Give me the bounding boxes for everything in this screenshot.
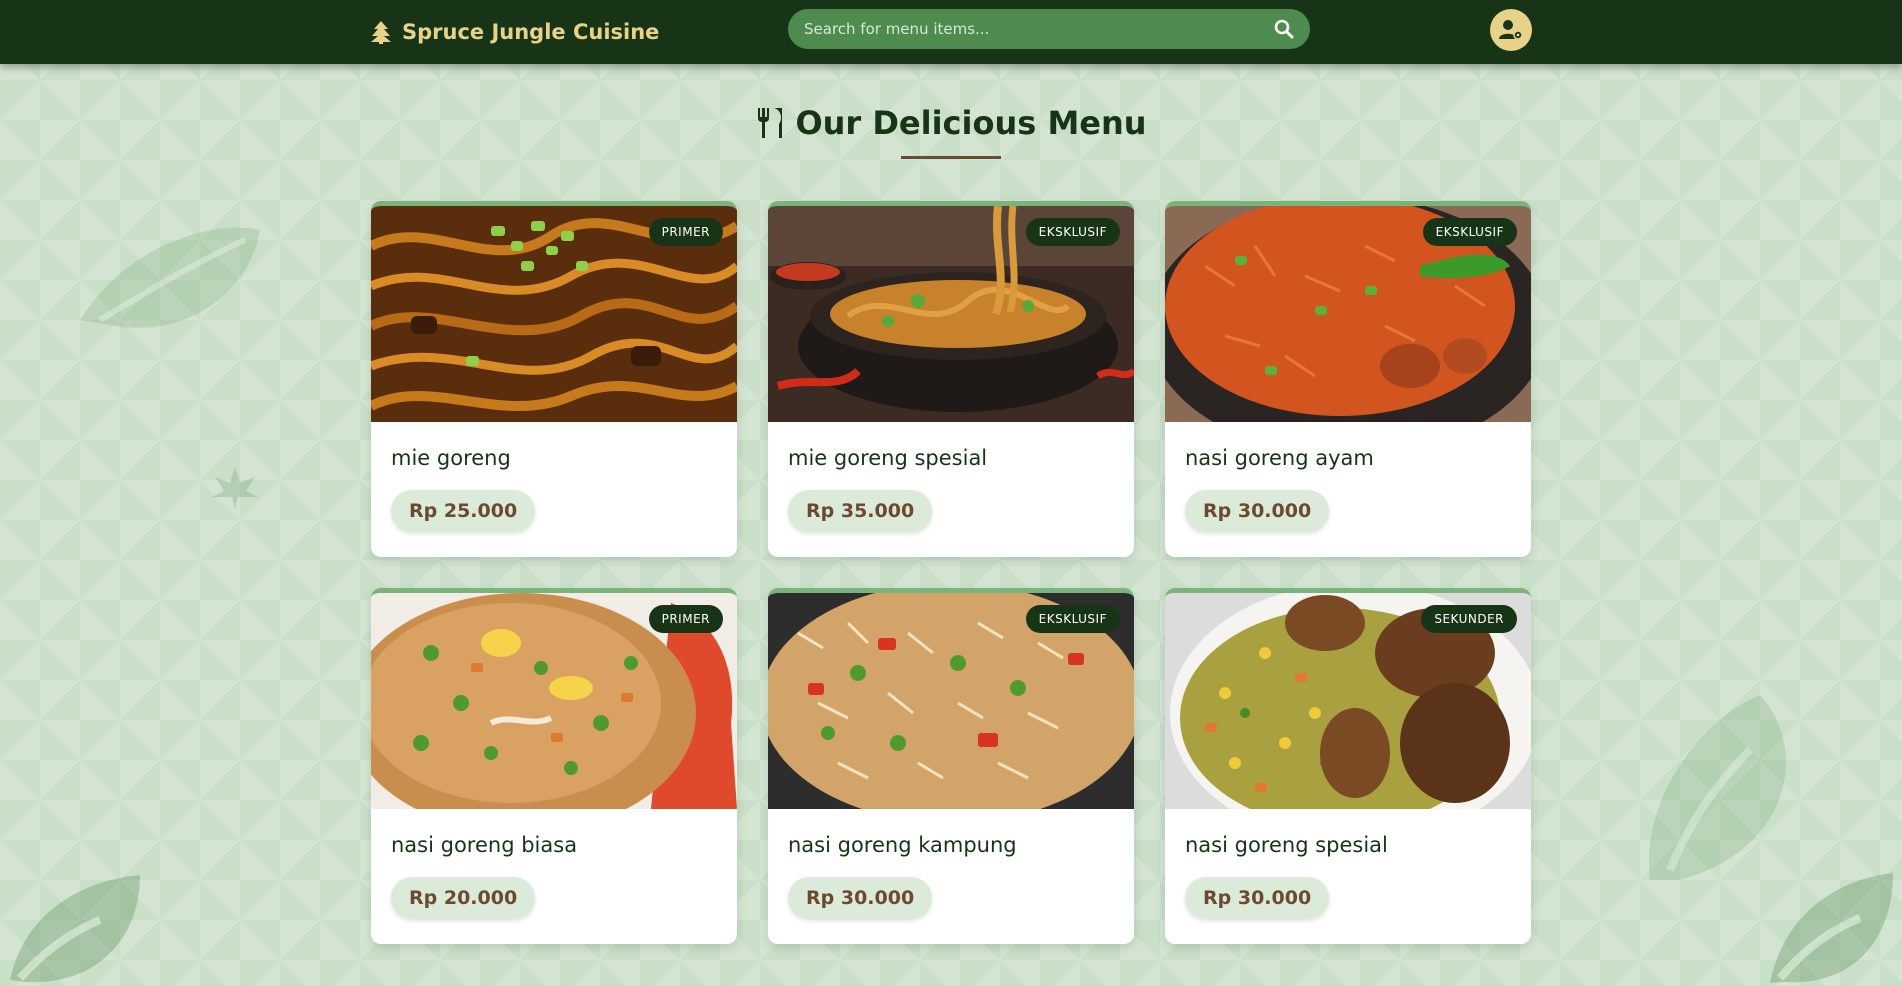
food-image: SEKUNDER bbox=[1165, 593, 1531, 809]
menu-card[interactable]: PRIMER mie goreng Rp 25.000 bbox=[371, 201, 737, 557]
item-price: Rp 30.000 bbox=[1185, 490, 1330, 532]
item-name: nasi goreng spesial bbox=[1185, 833, 1388, 857]
item-name: nasi goreng ayam bbox=[1185, 446, 1374, 470]
brand-logo[interactable]: Spruce Jungle Cuisine bbox=[370, 16, 659, 48]
food-image: EKSKLUSIF bbox=[768, 593, 1134, 809]
leaf-decoration-icon bbox=[1648, 695, 1786, 880]
search-icon[interactable] bbox=[1274, 19, 1294, 39]
title-underline bbox=[901, 156, 1001, 159]
category-badge: PRIMER bbox=[648, 605, 723, 633]
category-badge: EKSKLUSIF bbox=[1025, 605, 1120, 633]
menu-card[interactable]: PRIMER nasi goreng biasa Rp 20.000 bbox=[371, 588, 737, 944]
food-image: EKSKLUSIF bbox=[768, 206, 1134, 422]
category-badge: EKSKLUSIF bbox=[1422, 218, 1517, 246]
user-cog-icon bbox=[1499, 20, 1523, 40]
leaf-decoration-icon bbox=[10, 875, 140, 983]
item-name: mie goreng spesial bbox=[788, 446, 988, 470]
search-bar bbox=[788, 9, 1310, 49]
food-image: PRIMER bbox=[371, 206, 737, 422]
page-title-text: Our Delicious Menu bbox=[795, 104, 1147, 142]
item-name: nasi goreng kampung bbox=[788, 833, 1017, 857]
food-image: PRIMER bbox=[371, 593, 737, 809]
menu-card[interactable]: EKSKLUSIF nasi goreng kampung Rp 30.000 bbox=[768, 588, 1134, 944]
account-button[interactable] bbox=[1490, 9, 1532, 51]
menu-card[interactable]: SEKUNDER nasi goreng spesial Rp 30.000 bbox=[1165, 588, 1531, 944]
leaf-decoration-icon bbox=[80, 227, 260, 328]
item-price: Rp 35.000 bbox=[788, 490, 933, 532]
menu-card[interactable]: EKSKLUSIF nasi goreng ayam Rp 30.000 bbox=[1165, 201, 1531, 557]
item-price: Rp 25.000 bbox=[391, 490, 536, 532]
leaf-decoration-icon bbox=[212, 467, 258, 509]
item-price: Rp 30.000 bbox=[1185, 877, 1330, 919]
item-price: Rp 20.000 bbox=[391, 877, 536, 919]
brand-name: Spruce Jungle Cuisine bbox=[402, 20, 660, 44]
leaf-decoration-icon bbox=[1770, 873, 1893, 983]
food-image: EKSKLUSIF bbox=[1165, 206, 1531, 422]
category-badge: PRIMER bbox=[648, 218, 723, 246]
item-name: nasi goreng biasa bbox=[391, 833, 578, 857]
item-price: Rp 30.000 bbox=[788, 877, 933, 919]
category-badge: EKSKLUSIF bbox=[1025, 218, 1120, 246]
page-title: Our Delicious Menu bbox=[755, 104, 1147, 142]
item-name: mie goreng bbox=[391, 446, 511, 470]
top-navbar: Spruce Jungle Cuisine bbox=[0, 0, 1902, 64]
menu-header: Our Delicious Menu bbox=[0, 104, 1902, 159]
search-input[interactable] bbox=[804, 20, 1274, 38]
menu-grid: PRIMER mie goreng Rp 25.000 EKSKLUSIF mi… bbox=[371, 201, 1531, 944]
category-badge: SEKUNDER bbox=[1421, 605, 1517, 633]
utensils-icon bbox=[758, 108, 783, 138]
tree-icon bbox=[371, 21, 391, 44]
menu-card[interactable]: EKSKLUSIF mie goreng spesial Rp 35.000 bbox=[768, 201, 1134, 557]
